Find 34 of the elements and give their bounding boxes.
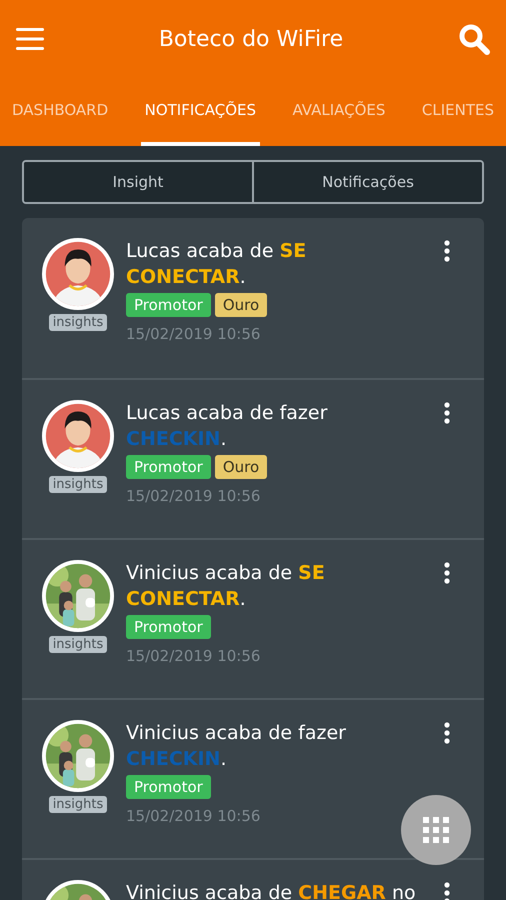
more-icon[interactable] xyxy=(444,240,450,262)
tag: Promotor xyxy=(126,293,211,317)
app-title: Boteco do WiFire xyxy=(158,26,344,54)
tag: Promotor xyxy=(126,615,211,639)
more-icon[interactable] xyxy=(444,722,450,744)
insights-badge: insights xyxy=(48,476,108,493)
tab[interactable]: CLIENTES xyxy=(418,78,498,146)
tag: Promotor xyxy=(126,455,211,479)
notification-message: Lucas acaba de SE CONECTAR. xyxy=(126,239,308,290)
segment-tab[interactable]: Insight xyxy=(24,162,252,202)
segment-tab[interactable]: Notificações xyxy=(252,162,482,202)
more-icon[interactable] xyxy=(444,402,450,424)
more-icon[interactable] xyxy=(444,562,450,584)
tab[interactable]: DASHBOARD xyxy=(8,78,112,146)
tag: Promotor xyxy=(126,775,211,799)
grid-icon xyxy=(423,817,449,843)
more-icon[interactable] xyxy=(444,882,450,900)
notification-message: Vinicius acaba de CHEGAR no xyxy=(126,881,416,900)
tag: Ouro xyxy=(214,455,268,479)
timestamp: 15/02/2019 10:56 xyxy=(126,486,262,507)
notification-message: Vinicius acaba de fazer CHECKIN. xyxy=(126,721,347,772)
notification-message: Vinicius acaba de SE CONECTAR. xyxy=(126,561,326,612)
tab[interactable]: NOTIFICAÇÕES xyxy=(140,78,260,146)
notification-message: Lucas acaba de fazer CHECKIN. xyxy=(126,401,328,452)
insights-badge: insights xyxy=(48,636,108,653)
timestamp: 15/02/2019 10:56 xyxy=(126,806,262,827)
tab[interactable]: AVALIAÇÕES xyxy=(288,78,390,146)
insights-badge: insights xyxy=(48,796,108,813)
tag: Ouro xyxy=(214,293,268,317)
insights-badge: insights xyxy=(48,314,108,331)
timestamp: 15/02/2019 10:56 xyxy=(126,646,262,667)
timestamp: 15/02/2019 10:56 xyxy=(126,324,262,345)
menu-icon[interactable] xyxy=(16,28,44,50)
search-icon[interactable] xyxy=(458,23,490,55)
